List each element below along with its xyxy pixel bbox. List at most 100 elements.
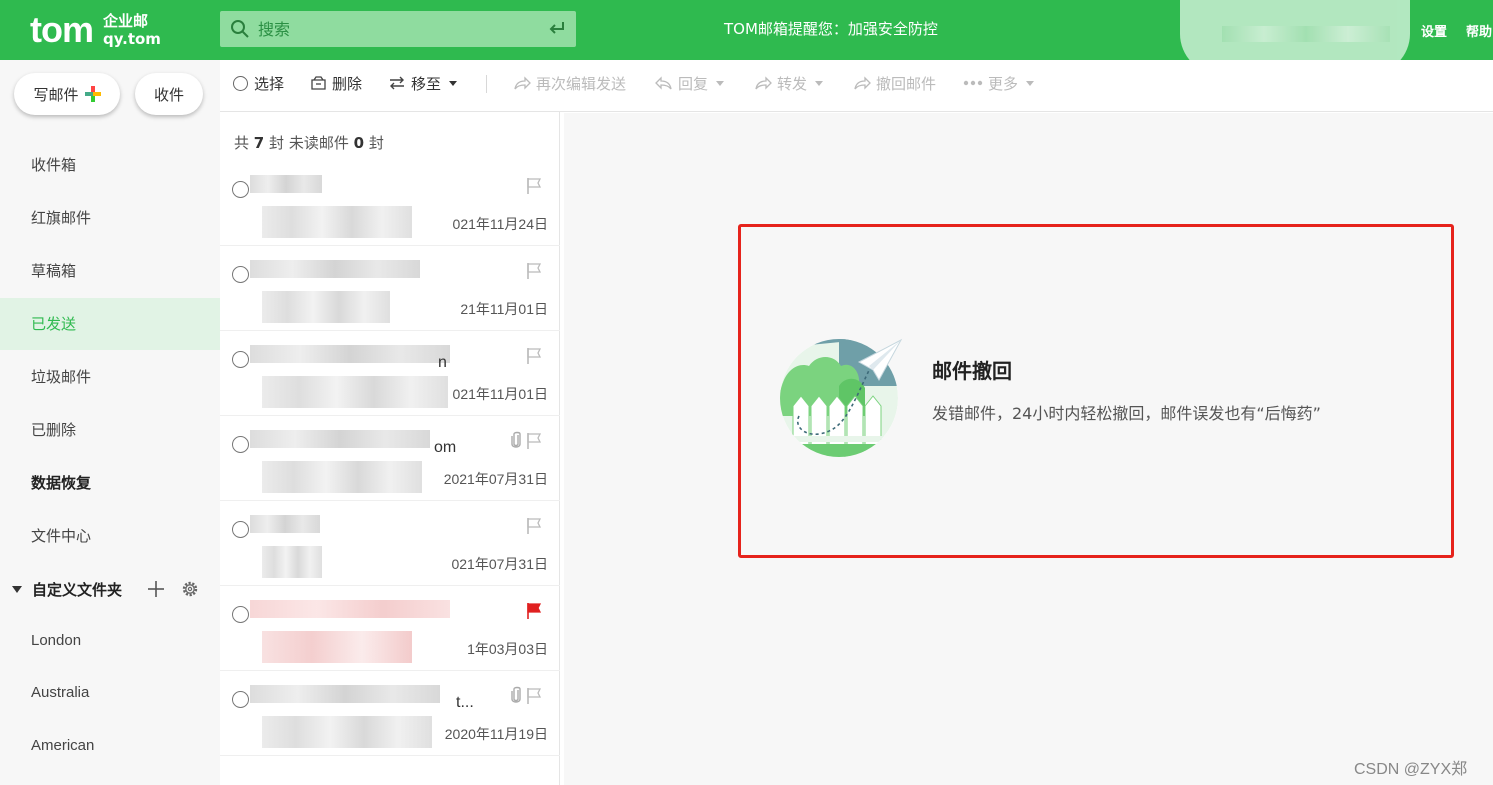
caret-down-icon[interactable] bbox=[12, 585, 22, 593]
sidebar-item-label: 垃圾邮件 bbox=[31, 368, 92, 386]
sender-tail-text: n bbox=[438, 354, 447, 371]
select-label: 选择 bbox=[254, 74, 285, 93]
sidebar-item-file-center[interactable]: 文件中心 bbox=[0, 510, 220, 562]
mail-count-summary: 共 7 封 未读邮件 0 封 bbox=[234, 132, 384, 153]
delete-label: 删除 bbox=[332, 74, 363, 93]
mail-row[interactable]: 21年11月01日 bbox=[220, 246, 560, 331]
move-to-dropdown[interactable]: 移至 bbox=[388, 73, 458, 93]
recall-label: 撤回邮件 bbox=[876, 74, 937, 93]
sidebar-item-label: 文件中心 bbox=[31, 527, 92, 545]
unread-label: 未读邮件 bbox=[288, 134, 349, 152]
promo-description: 发错邮件，24小时内轻松撤回，邮件误发也有“后悔药” bbox=[932, 404, 1321, 423]
sidebar-item-drafts[interactable]: 草稿箱 bbox=[0, 245, 220, 297]
mail-row[interactable]: n 021年11月01日 bbox=[220, 331, 560, 416]
redacted-subject bbox=[262, 461, 422, 493]
redacted-subject bbox=[262, 546, 322, 578]
search-input[interactable] bbox=[258, 19, 538, 39]
summary-suffix: 封 bbox=[368, 134, 384, 152]
redacted-username bbox=[1222, 26, 1390, 42]
sidebar-item-sent[interactable]: 已发送 bbox=[0, 298, 220, 350]
forward-dropdown[interactable]: 转发 bbox=[754, 73, 824, 93]
summary-prefix: 共 bbox=[234, 134, 250, 152]
receive-button[interactable]: 收件 bbox=[135, 73, 203, 115]
csdn-watermark: CSDN @ZYX郑 bbox=[1354, 761, 1468, 778]
settings-link[interactable]: 设置 bbox=[1421, 21, 1447, 40]
tom-logo[interactable]: tom 企业邮 qy.tom bbox=[30, 10, 161, 50]
reedit-send-button[interactable]: 再次编辑发送 bbox=[513, 73, 626, 93]
row-select-radio[interactable] bbox=[232, 606, 249, 623]
select-button[interactable]: 选择 bbox=[233, 73, 284, 93]
sidebar-item-spam[interactable]: 垃圾邮件 bbox=[0, 351, 220, 403]
help-link[interactable]: 帮助 bbox=[1466, 21, 1492, 40]
chevron-down-icon bbox=[1026, 80, 1035, 86]
sidebar-item-inbox[interactable]: 收件箱 bbox=[0, 139, 220, 191]
mail-date: 021年07月31日 bbox=[451, 556, 548, 572]
forward-label: 转发 bbox=[777, 74, 808, 93]
sidebar-item-label: 草稿箱 bbox=[31, 262, 77, 280]
mail-row[interactable]: 1年03月03日 bbox=[220, 586, 560, 671]
folder-london[interactable]: London bbox=[31, 632, 81, 649]
recall-button[interactable]: 撤回邮件 bbox=[853, 73, 936, 93]
flag-icon[interactable] bbox=[526, 262, 542, 280]
sidebar-item-label: 已发送 bbox=[31, 315, 77, 333]
row-select-radio[interactable] bbox=[232, 436, 249, 453]
sender-tail-text: om bbox=[434, 439, 457, 456]
flag-icon[interactable] bbox=[526, 687, 542, 705]
row-select-radio[interactable] bbox=[232, 691, 249, 708]
flag-icon[interactable] bbox=[526, 432, 542, 450]
delete-button[interactable]: 删除 bbox=[310, 73, 362, 93]
mail-row[interactable]: t... 2020年11月19日 bbox=[220, 671, 560, 756]
sidebar-item-label: 收件箱 bbox=[31, 156, 77, 174]
redacted-sender bbox=[250, 345, 450, 363]
move-to-label: 移至 bbox=[411, 74, 442, 93]
promo-title: 邮件撤回 bbox=[932, 359, 1012, 383]
plus-icon bbox=[84, 86, 101, 102]
forward-arrow-icon bbox=[514, 76, 531, 90]
more-dropdown[interactable]: 更多 bbox=[963, 73, 1035, 93]
sidebar-item-label: 已删除 bbox=[31, 421, 77, 439]
add-folder-icon[interactable] bbox=[148, 581, 164, 597]
redacted-subject bbox=[262, 206, 412, 238]
logo-main: tom bbox=[30, 9, 94, 50]
folder-australia[interactable]: Australia bbox=[31, 684, 89, 701]
logo-sub: 企业邮 qy.tom bbox=[103, 12, 161, 48]
row-select-radio[interactable] bbox=[232, 181, 249, 198]
select-radio-icon bbox=[233, 75, 248, 91]
search-box[interactable] bbox=[220, 11, 576, 47]
compose-button[interactable]: 写邮件 bbox=[14, 73, 120, 115]
flag-icon[interactable] bbox=[526, 177, 542, 195]
red-flag-icon[interactable] bbox=[526, 602, 542, 620]
redacted-subject bbox=[262, 631, 412, 663]
forward-icon bbox=[755, 76, 772, 90]
sidebar: 写邮件 收件 收件箱 红旗邮件 草稿箱 已发送 垃圾邮件 已删除 数据恢复 文件… bbox=[0, 60, 220, 785]
mail-row[interactable]: 021年07月31日 bbox=[220, 501, 560, 586]
redacted-subject bbox=[262, 291, 390, 323]
reply-dropdown[interactable]: 回复 bbox=[655, 73, 725, 93]
reply-icon bbox=[655, 76, 672, 90]
sidebar-item-deleted[interactable]: 已删除 bbox=[0, 404, 220, 456]
sidebar-item-label: 数据恢复 bbox=[31, 474, 92, 492]
enter-icon[interactable] bbox=[548, 19, 566, 37]
reply-label: 回复 bbox=[678, 74, 709, 93]
flag-icon[interactable] bbox=[526, 347, 542, 365]
mail-row[interactable]: 021年11月24日 bbox=[220, 161, 560, 246]
folder-american[interactable]: American bbox=[31, 737, 94, 754]
row-select-radio[interactable] bbox=[232, 521, 249, 538]
mail-date: 021年11月01日 bbox=[452, 386, 548, 402]
sidebar-item-data-recovery[interactable]: 数据恢复 bbox=[0, 457, 220, 509]
custom-folder-header[interactable]: 自定义文件夹 bbox=[12, 575, 212, 603]
flag-icon[interactable] bbox=[526, 517, 542, 535]
redacted-sender bbox=[250, 260, 420, 278]
attachment-icon bbox=[511, 686, 521, 703]
mail-date: 1年03月03日 bbox=[467, 641, 548, 657]
gear-icon[interactable] bbox=[181, 580, 199, 598]
redacted-subject bbox=[262, 716, 432, 748]
row-select-radio[interactable] bbox=[232, 266, 249, 283]
mail-row[interactable]: om 2021年07月31日 bbox=[220, 416, 560, 501]
receive-label: 收件 bbox=[153, 85, 184, 104]
row-select-radio[interactable] bbox=[232, 351, 249, 368]
security-notice: TOM邮箱提醒您：加强安全防控 bbox=[724, 20, 938, 38]
total-count: 7 bbox=[253, 134, 265, 152]
sidebar-item-flagged[interactable]: 红旗邮件 bbox=[0, 192, 220, 244]
more-dots-icon bbox=[963, 80, 983, 86]
